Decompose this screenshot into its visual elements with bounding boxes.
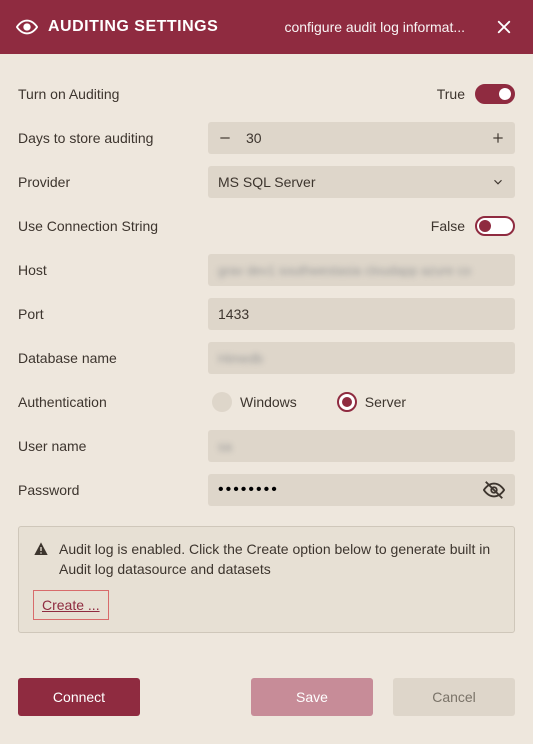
turn-on-value-text: True — [437, 86, 465, 102]
auth-label: Authentication — [18, 394, 208, 410]
eye-off-icon — [483, 479, 505, 501]
db-input-blurred: Himedb — [218, 351, 263, 366]
days-label: Days to store auditing — [18, 130, 208, 146]
footer: Connect Save Cancel — [0, 678, 533, 744]
port-input-wrap[interactable] — [208, 298, 515, 330]
db-label: Database name — [18, 350, 208, 366]
use-conn-value-text: False — [431, 218, 465, 234]
warning-icon — [33, 541, 49, 580]
save-button[interactable]: Save — [251, 678, 373, 716]
row-turn-on: Turn on Auditing True — [18, 72, 515, 116]
turn-on-label: Turn on Auditing — [18, 86, 208, 102]
auth-radio-windows[interactable]: Windows — [212, 392, 297, 412]
auth-radio-group: Windows Server — [212, 392, 406, 412]
info-message: Audit log is enabled. Click the Create o… — [59, 539, 500, 580]
eye-icon — [16, 16, 38, 38]
header-title: AUDITING SETTINGS — [48, 18, 218, 36]
row-host: Host grav dev1 southwestasia cloudapp az… — [18, 248, 515, 292]
row-port: Port — [18, 292, 515, 336]
host-label: Host — [18, 262, 208, 278]
port-label: Port — [18, 306, 208, 322]
row-auth: Authentication Windows Server — [18, 380, 515, 424]
days-value[interactable]: 30 — [242, 130, 481, 146]
host-input-blurred: grav dev1 southwestasia cloudapp azure c… — [218, 263, 471, 278]
user-input-blurred: sa — [218, 439, 232, 454]
pass-label: Password — [18, 482, 208, 498]
header-subtitle: configure audit log informat... — [284, 19, 465, 35]
port-input[interactable] — [218, 306, 505, 322]
row-db: Database name Himedb — [18, 336, 515, 380]
cancel-button[interactable]: Cancel — [393, 678, 515, 716]
close-icon — [495, 18, 513, 36]
auth-radio-server[interactable]: Server — [337, 392, 406, 412]
turn-on-toggle[interactable] — [475, 84, 515, 104]
chevron-down-icon — [491, 175, 505, 189]
password-visibility-toggle[interactable] — [483, 479, 505, 501]
use-conn-toggle[interactable] — [475, 216, 515, 236]
days-increment-button[interactable] — [481, 122, 515, 154]
create-link[interactable]: Create ... — [42, 597, 100, 613]
days-decrement-button[interactable] — [208, 122, 242, 154]
connect-button[interactable]: Connect — [18, 678, 140, 716]
info-box: Audit log is enabled. Click the Create o… — [18, 526, 515, 633]
minus-icon — [218, 131, 232, 145]
content-area: Turn on Auditing True Days to store audi… — [0, 54, 533, 678]
auth-windows-label: Windows — [240, 394, 297, 410]
host-input-wrap[interactable]: grav dev1 southwestasia cloudapp azure c… — [208, 254, 515, 286]
provider-select[interactable]: MS SQL Server — [208, 166, 515, 198]
db-input-wrap[interactable]: Himedb — [208, 342, 515, 374]
create-link-highlight: Create ... — [33, 590, 109, 620]
row-days: Days to store auditing 30 — [18, 116, 515, 160]
radio-circle-selected-icon — [337, 392, 357, 412]
auth-server-label: Server — [365, 394, 406, 410]
row-provider: Provider MS SQL Server — [18, 160, 515, 204]
user-input-wrap[interactable]: sa — [208, 430, 515, 462]
row-user: User name sa — [18, 424, 515, 468]
header-bar: AUDITING SETTINGS configure audit log in… — [0, 0, 533, 54]
plus-icon — [491, 131, 505, 145]
radio-circle-icon — [212, 392, 232, 412]
close-button[interactable] — [491, 14, 517, 40]
use-conn-label: Use Connection String — [18, 218, 208, 234]
pass-input-wrap[interactable]: •••••••• — [208, 474, 515, 506]
provider-value: MS SQL Server — [218, 174, 316, 190]
row-use-conn: Use Connection String False — [18, 204, 515, 248]
row-pass: Password •••••••• — [18, 468, 515, 512]
pass-value: •••••••• — [218, 481, 279, 499]
days-stepper: 30 — [208, 122, 515, 154]
provider-label: Provider — [18, 174, 208, 190]
user-label: User name — [18, 438, 208, 454]
